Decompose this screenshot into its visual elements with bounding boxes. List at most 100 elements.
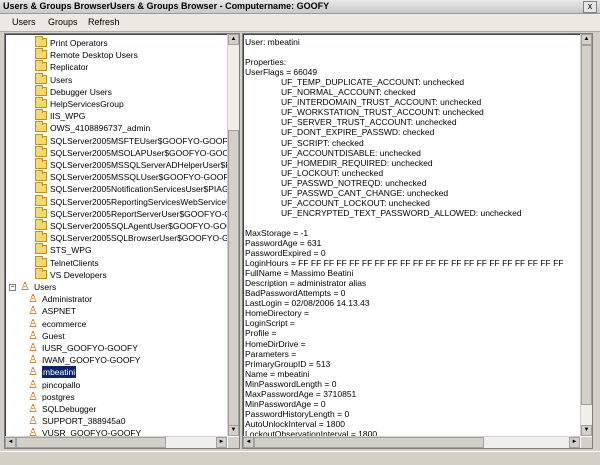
tree-item-label: SQLServer2005SQLBrowserUser$GOOFYO-GOOF: [50, 233, 240, 244]
tree-item-label: Print Operators: [50, 38, 108, 48]
folder-icon: [35, 84, 47, 96]
scroll-left-icon[interactable]: ◄: [5, 437, 16, 448]
tree-item-label: SQLServer2005MSFTEUser$GOOFYO-GOOFY: [50, 135, 234, 146]
tree-item-label: SQLDebugger: [42, 404, 97, 414]
tree-item-label: SUPPORT_388945a0: [42, 416, 126, 427]
user-flag-line: UF_DONT_EXPIRE_PASSWD: checked: [281, 127, 435, 138]
user-flag-line: UF_HOMEDIR_REQUIRED: unchecked: [281, 157, 433, 168]
tree-vertical-scrollbar[interactable]: ▲ ▼: [227, 34, 239, 436]
folder-icon: [35, 133, 47, 145]
user-flag-line: UF_ENCRYPTED_TEXT_PASSWORD_ALLOWED: unch…: [281, 207, 522, 218]
tree-item-label: SQLServer2005MSOLAPUser$GOOFYO-GOOF: [50, 147, 235, 158]
tree-item-label: SQLServer2005ReportingServicesWebService…: [50, 196, 233, 207]
user-flag-line: UF_LOCKOUT: unchecked: [281, 167, 384, 178]
user-flag-line: UF_ACCOUNT_LOCKOUT: unchecked: [281, 197, 430, 208]
folder-icon: [35, 72, 47, 84]
folder-icon: [35, 121, 47, 133]
user-icon: ♙: [28, 305, 38, 318]
folder-icon: [35, 145, 47, 157]
property-line: AutoUnlockInterval = 1800: [245, 418, 345, 429]
tree-item-label: ecommerce: [42, 318, 87, 329]
property-line: FullName = Massimo Beatini: [245, 268, 354, 279]
folder-icon: [35, 219, 47, 230]
scrollbar-corner: [228, 437, 239, 448]
folder-icon: [35, 158, 47, 169]
user-icon: ♙: [28, 342, 38, 354]
collapse-icon[interactable]: −: [9, 284, 16, 291]
user-icon: ♙: [28, 317, 38, 330]
tree-item-label: SQLServer2005SQLAgentUser$GOOFYO-GOOI: [50, 221, 236, 231]
user-icon: ♙: [28, 354, 38, 367]
property-line: MaxPasswordAge = 3710851: [245, 388, 357, 399]
tree-horizontal-scrollbar[interactable]: ◄ ►: [5, 436, 227, 448]
tree-item-label: postgres: [42, 391, 75, 402]
status-bar: [0, 451, 600, 465]
property-line: UserFlags = 66049: [245, 67, 318, 78]
scroll-down-icon[interactable]: ▼: [581, 425, 592, 436]
property-line: Parameters =: [245, 348, 297, 359]
user-icon: ♙: [28, 329, 38, 342]
properties-horizontal-scrollbar[interactable]: ◄ ►: [243, 436, 580, 448]
tree-item-label: SQLServer2005NotificationServicesUser$PI…: [50, 184, 229, 195]
user-flag-line: UF_ACCOUNTDISABLE: unchecked: [281, 147, 421, 158]
menu-users[interactable]: Users: [12, 17, 36, 27]
user-flag-line: UF_PASSWD_NOTREQD: unchecked: [281, 177, 427, 188]
user-flag-line: UF_PASSWD_CANT_CHANGE: unchecked: [281, 187, 449, 198]
scroll-thumb[interactable]: [254, 437, 484, 448]
property-line: PasswordAge = 631: [245, 238, 322, 248]
scroll-thumb[interactable]: [581, 45, 592, 405]
tree-item-label: Remote Desktop Users: [50, 50, 138, 61]
folder-icon: [35, 48, 47, 60]
property-line: Profile =: [245, 328, 277, 339]
tree-item-label: Users: [50, 74, 73, 85]
menu-bar: Users Groups Refresh: [0, 14, 600, 32]
property-line: PasswordExpired = 0: [245, 248, 326, 259]
folder-icon: [35, 36, 47, 47]
property-line: Description = administrator alias: [245, 278, 367, 289]
window-title: Users & Groups BrowserUsers & Groups Bro…: [3, 1, 330, 11]
users-groups-tree[interactable]: Print Operators Remote Desktop Users Repli…: [4, 33, 240, 449]
tree-item-label: SQLServer2005ReportServerUser$GOOFYO-GOO…: [50, 208, 240, 219]
tree-item-label: HelpServicesGroup: [50, 99, 124, 109]
folder-icon: [35, 255, 47, 267]
tree-item-label: VS Developers: [50, 269, 107, 280]
user-flag-line: UF_SERVER_TRUST_ACCOUNT: unchecked: [281, 117, 457, 128]
folder-icon: [35, 109, 47, 121]
tree-item-label: Replicator: [50, 62, 89, 73]
menu-refresh[interactable]: Refresh: [88, 17, 120, 27]
scroll-up-icon[interactable]: ▲: [581, 34, 592, 45]
properties-panel: User: mbeatini Properties: UserFlags = 660…: [242, 33, 593, 449]
scroll-right-icon[interactable]: ►: [569, 437, 580, 448]
folder-icon: [35, 170, 47, 182]
scroll-right-icon[interactable]: ►: [216, 437, 227, 448]
user-flag-line: UF_WORKSTATION_TRUST_ACCOUNT: unchecked: [281, 107, 484, 118]
folder-icon: [35, 231, 47, 243]
scroll-left-icon[interactable]: ◄: [243, 437, 254, 448]
property-line: MaxStorage = -1: [245, 227, 309, 238]
menu-groups[interactable]: Groups: [48, 17, 78, 27]
close-icon[interactable]: x: [583, 1, 597, 13]
tree-item-label: SQLServer2005MSSQLServerADHelperUser$P: [50, 160, 231, 170]
properties-vertical-scrollbar[interactable]: ▲ ▼: [580, 34, 592, 436]
tree-item-label: Administrator: [42, 294, 93, 305]
folder-icon: [35, 97, 47, 108]
property-line: MinPasswordLength = 0: [245, 378, 337, 389]
tree-item-label: IIS_WPG: [50, 111, 86, 122]
scroll-up-icon[interactable]: ▲: [228, 34, 239, 45]
user-flag-line: UF_SCRIPT: checked: [281, 137, 364, 148]
folder-icon: [35, 194, 47, 206]
user-icon: ♙: [28, 390, 38, 403]
user-flag-line: UF_INTERDOMAIN_TRUST_ACCOUNT: unchecked: [281, 97, 482, 108]
scroll-down-icon[interactable]: ▼: [228, 425, 239, 436]
property-line: HomeDirectory =: [245, 308, 310, 319]
user-icon: ♙: [20, 281, 30, 293]
folder-icon: [35, 60, 47, 72]
tree-item-label: IUSR_GOOFYO-GOOFY: [42, 343, 138, 353]
tree-item-label: IWAM_GOOFYO-GOOFY: [42, 355, 141, 366]
tree-node-label: Users: [34, 282, 57, 292]
scroll-thumb[interactable]: [228, 130, 239, 430]
tree-item-label: Debugger Users: [50, 86, 112, 97]
tree-item-label: STS_WPG: [50, 245, 92, 256]
scroll-thumb[interactable]: [16, 437, 166, 448]
property-line: PrimaryGroupID = 513: [245, 358, 331, 369]
